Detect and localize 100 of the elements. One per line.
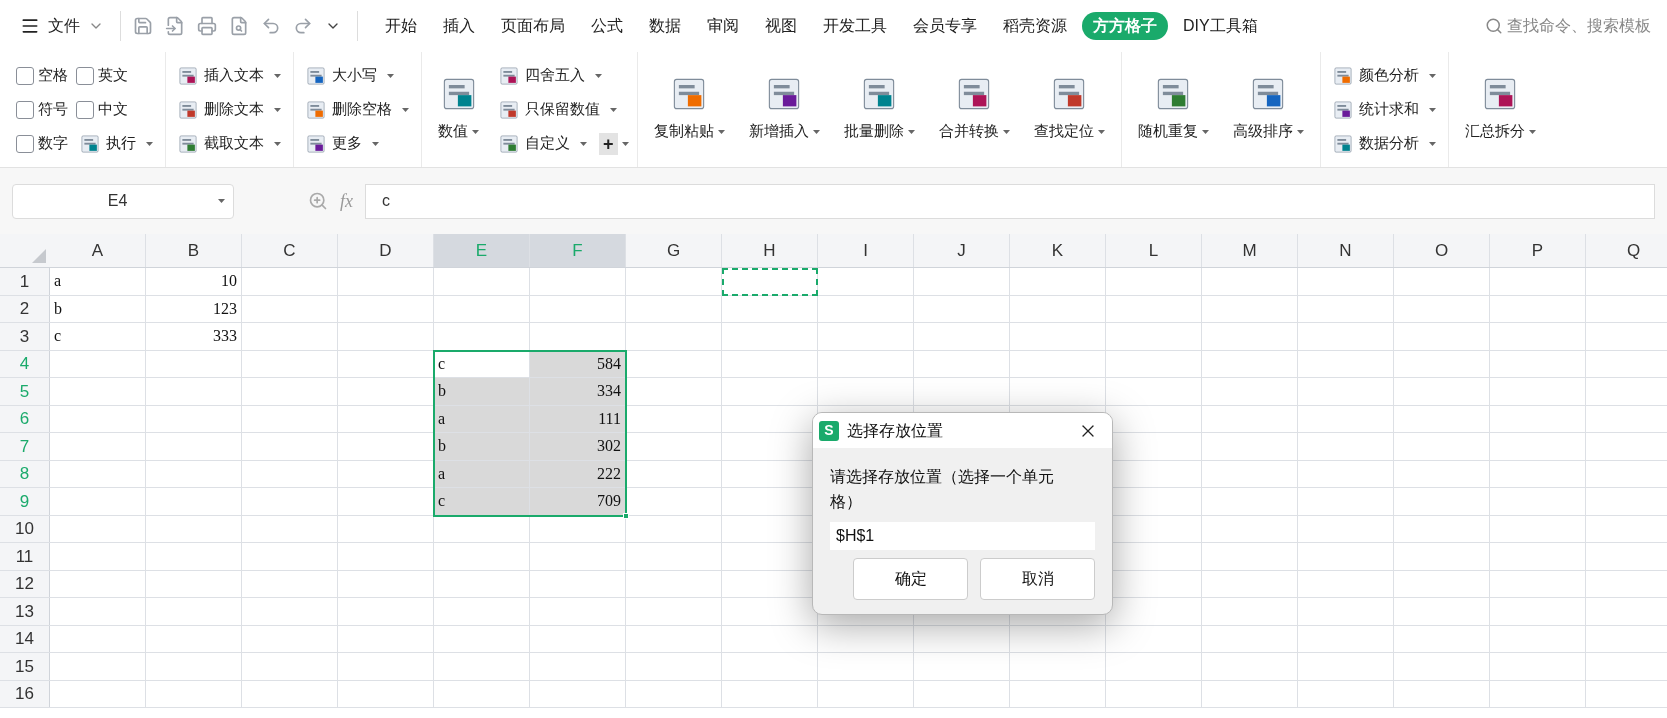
tool-button[interactable]: 统计求和 bbox=[1328, 92, 1440, 127]
row-header[interactable]: 3 bbox=[0, 323, 50, 350]
column-header[interactable]: P bbox=[1490, 234, 1586, 267]
large-tool-button[interactable]: 合并转换 bbox=[930, 57, 1018, 162]
column-header[interactable]: C bbox=[242, 234, 338, 267]
column-header[interactable]: Q bbox=[1586, 234, 1667, 267]
row-header[interactable]: 13 bbox=[0, 598, 50, 625]
tool-button[interactable]: 执行 bbox=[76, 126, 157, 161]
save-icon[interactable] bbox=[133, 16, 153, 36]
tool-button[interactable]: 大小写 bbox=[302, 58, 398, 93]
add-button[interactable]: + bbox=[599, 126, 629, 161]
large-tool-button[interactable]: 查找定位 bbox=[1025, 57, 1113, 162]
tool-button[interactable]: 自定义 bbox=[495, 126, 591, 161]
formula-field[interactable]: c bbox=[365, 183, 1655, 219]
tool-icon bbox=[306, 99, 326, 120]
row-header[interactable]: 10 bbox=[0, 515, 50, 542]
checkbox-label: 英文 bbox=[98, 65, 128, 86]
column-header[interactable]: J bbox=[914, 234, 1010, 267]
large-tool-button[interactable]: 高级排序 bbox=[1224, 57, 1312, 162]
print-icon[interactable] bbox=[197, 16, 217, 36]
table-cell: 222 bbox=[530, 460, 626, 487]
ribbon-tab[interactable]: 插入 bbox=[432, 12, 486, 40]
dialog-title: 选择存放位置 bbox=[847, 420, 943, 441]
ribbon-tab[interactable]: 开发工具 bbox=[812, 12, 898, 40]
row-header[interactable]: 12 bbox=[0, 570, 50, 597]
tool-button[interactable]: 截取文本 bbox=[174, 126, 285, 161]
dialog-button[interactable]: 取消 bbox=[980, 558, 1095, 600]
select-all-icon[interactable] bbox=[32, 249, 46, 263]
table-cell: 584 bbox=[530, 350, 626, 377]
checkbox[interactable] bbox=[16, 66, 34, 85]
checkbox-label: 数字 bbox=[38, 133, 68, 154]
fill-handle[interactable] bbox=[623, 512, 629, 519]
checkbox[interactable] bbox=[76, 66, 94, 85]
tool-icon bbox=[1332, 133, 1353, 154]
tool-button[interactable]: 四舍五入 bbox=[495, 58, 606, 93]
dialog-button[interactable]: 确定 bbox=[853, 558, 968, 600]
tool-button[interactable]: 插入文本 bbox=[174, 58, 285, 93]
column-header[interactable]: O bbox=[1394, 234, 1490, 267]
tool-icon bbox=[1332, 65, 1353, 86]
caret-icon bbox=[218, 199, 225, 203]
ribbon-tab[interactable]: 视图 bbox=[754, 12, 808, 40]
tool-button[interactable]: 只保留数值 bbox=[495, 92, 621, 127]
large-tool-button[interactable]: 复制粘贴 bbox=[645, 57, 733, 162]
column-header[interactable]: I bbox=[818, 234, 914, 267]
search-field[interactable]: 查找命令、搜索模板 bbox=[1485, 14, 1651, 38]
ribbon-tab[interactable]: 公式 bbox=[580, 12, 634, 40]
ribbon-tab[interactable]: 稻壳资源 bbox=[992, 12, 1078, 40]
column-header[interactable]: N bbox=[1298, 234, 1394, 267]
checkbox-label: 符号 bbox=[38, 99, 68, 120]
column-header[interactable]: A bbox=[50, 234, 146, 267]
column-header[interactable]: M bbox=[1202, 234, 1298, 267]
large-tool-button[interactable]: 批量删除 bbox=[835, 57, 923, 162]
row-header[interactable]: 16 bbox=[0, 680, 50, 707]
tool-button[interactable]: 删除空格 bbox=[302, 92, 413, 127]
table-cell: 709 bbox=[530, 488, 626, 515]
table-cell: 302 bbox=[530, 433, 626, 460]
tool-button[interactable]: 颜色分析 bbox=[1328, 58, 1440, 93]
row-header[interactable]: 1 bbox=[0, 268, 50, 295]
table-cell: a bbox=[434, 460, 530, 487]
redo-icon[interactable] bbox=[293, 16, 313, 36]
checkbox[interactable] bbox=[76, 100, 94, 119]
checkbox[interactable] bbox=[16, 100, 34, 119]
tool-button[interactable]: 数据分析 bbox=[1328, 126, 1440, 161]
row-header[interactable]: 11 bbox=[0, 543, 50, 570]
ribbon-tab[interactable]: DIY工具箱 bbox=[1172, 12, 1269, 40]
preview-icon[interactable] bbox=[229, 16, 249, 36]
column-header[interactable]: B bbox=[146, 234, 242, 267]
location-field[interactable]: $H$1 bbox=[830, 522, 1095, 550]
tool-icon bbox=[499, 65, 519, 86]
ribbon-tab[interactable]: 数据 bbox=[638, 12, 692, 40]
dialog-prompt: 请选择存放位置（选择一个单元格） bbox=[830, 467, 1055, 512]
tool-icon bbox=[499, 99, 519, 120]
column-header[interactable]: K bbox=[1010, 234, 1106, 267]
row-header[interactable]: 15 bbox=[0, 653, 50, 680]
large-tool-button[interactable]: 汇总拆分 bbox=[1456, 57, 1544, 162]
undo-icon[interactable] bbox=[261, 16, 281, 36]
tool-icon bbox=[499, 133, 519, 154]
row-header[interactable]: 2 bbox=[0, 295, 50, 322]
column-header[interactable]: G bbox=[626, 234, 722, 267]
ribbon-tab[interactable]: 会员专享 bbox=[902, 12, 988, 40]
large-tool-button[interactable]: 数值 bbox=[430, 57, 487, 162]
large-tool-button[interactable]: 随机重复 bbox=[1129, 57, 1217, 162]
export-icon[interactable] bbox=[165, 16, 185, 36]
app-logo: S bbox=[819, 420, 839, 441]
zoom-icon[interactable] bbox=[308, 191, 328, 211]
tool-button[interactable]: 更多 bbox=[302, 126, 383, 161]
ribbon-tab[interactable]: 页面布局 bbox=[490, 12, 576, 40]
tool-button[interactable]: 删除文本 bbox=[174, 92, 285, 127]
row-header[interactable]: 14 bbox=[0, 625, 50, 652]
large-tool-button[interactable]: 新增插入 bbox=[740, 57, 828, 162]
tool-icon bbox=[306, 65, 326, 86]
name-box[interactable]: E4 bbox=[12, 183, 234, 219]
column-header[interactable]: L bbox=[1106, 234, 1202, 267]
column-header[interactable]: H bbox=[722, 234, 818, 267]
ribbon-tab[interactable]: 审阅 bbox=[696, 12, 750, 40]
tool-icon bbox=[306, 133, 326, 154]
ribbon-tab[interactable]: 开始 bbox=[374, 12, 428, 40]
file-menu[interactable]: 文件 bbox=[16, 8, 108, 44]
checkbox[interactable] bbox=[16, 134, 34, 153]
tool-icon bbox=[178, 65, 198, 86]
